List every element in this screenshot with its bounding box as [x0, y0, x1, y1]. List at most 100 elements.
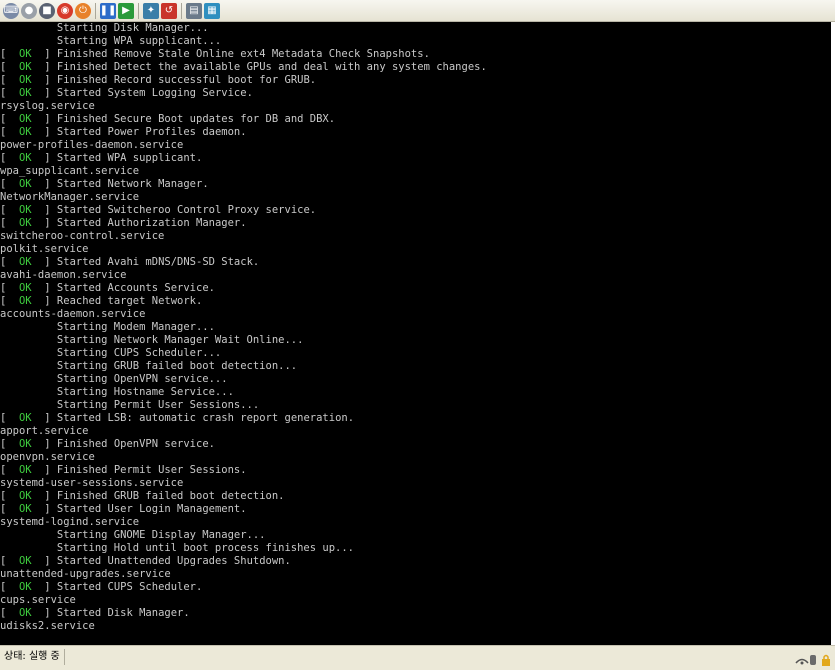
console-line: [ OK ] Reached target Network. [0, 295, 203, 307]
console-line: [ OK ] Started Power Profiles daemon. [0, 126, 247, 138]
console-line-text: Starting Hostname Service... [0, 386, 234, 398]
console-line-text: systemd-logind.service [0, 516, 140, 528]
lock-icon[interactable] [821, 651, 831, 666]
console-line: Starting GNOME Display Manager... [0, 529, 831, 542]
stop-icon[interactable]: ■ [39, 2, 55, 19]
unity-icon[interactable]: ▦ [204, 2, 220, 19]
play-icon[interactable]: ▶ [118, 2, 134, 19]
console-line-text: Started CUPS Scheduler. [56, 581, 203, 593]
console-line: Starting GRUB failed boot detection... [0, 360, 831, 373]
ok-status: OK [18, 256, 32, 268]
console-line-text: Started Accounts Service. [56, 282, 215, 294]
ok-status: OK [18, 61, 32, 73]
console-line-text: Started Authorization Manager. [56, 217, 247, 229]
console-line-text: Started LSB: automatic crash report gene… [56, 412, 355, 424]
console-line: Starting Modem Manager... [0, 321, 831, 334]
console-line: NetworkManager.service [0, 191, 831, 204]
console-line-text: Finished GRUB failed boot detection. [56, 490, 285, 502]
console-line: [ OK ] Started User Login Management. [0, 503, 247, 515]
console-line-text: Finished OpenVPN service. [56, 438, 215, 450]
console-line: [ OK ] Started Disk Manager. [0, 607, 190, 619]
status-text: 상태: 실행 중 [0, 648, 65, 665]
console-line: [ OK ] Finished Record successful boot f… [0, 74, 317, 86]
console-line: Starting Permit User Sessions... [0, 399, 831, 412]
console-line: [ OK ] Finished Detect the available GPU… [0, 61, 487, 73]
console-line-text: NetworkManager.service [0, 191, 140, 203]
console-line-text: Starting Network Manager Wait Online... [0, 334, 304, 346]
console-line: systemd-user-sessions.service [0, 477, 831, 490]
console-line: rsyslog.service [0, 100, 831, 113]
usb-icon[interactable] [808, 651, 818, 665]
snapshot-manager-icon[interactable]: ▤ [186, 2, 202, 19]
console-line-text: Starting Hold until boot process finishe… [0, 542, 355, 554]
revert-icon[interactable]: ↺ [161, 2, 177, 19]
console-line-text: openvpn.service [0, 451, 95, 463]
console-line-text: accounts-daemon.service [0, 308, 146, 320]
ok-status: OK [18, 282, 32, 294]
console-line: Starting OpenVPN service... [0, 373, 831, 386]
console-line-text: switcheroo-control.service [0, 230, 165, 242]
console-line-text: avahi-daemon.service [0, 269, 127, 281]
console-line: [ OK ] Started Unattended Upgrades Shutd… [0, 555, 291, 567]
ok-status: OK [18, 412, 32, 424]
reset-icon[interactable]: ◉ [57, 2, 73, 19]
ok-status: OK [18, 48, 32, 60]
console-line-text: cups.service [0, 594, 76, 606]
console-line: Starting Hostname Service... [0, 386, 831, 399]
console-line: [ OK ] Started CUPS Scheduler. [0, 581, 203, 593]
network-icon[interactable] [795, 651, 809, 664]
console-line-text: apport.service [0, 425, 89, 437]
console-line: [ OK ] Finished OpenVPN service. [0, 438, 215, 450]
ok-status: OK [18, 438, 32, 450]
console-line-text: polkit.service [0, 243, 89, 255]
console-line-text: Reached target Network. [56, 295, 203, 307]
console-line: Starting Hold until boot process finishe… [0, 542, 831, 555]
console-line-text: Started Unattended Upgrades Shutdown. [56, 555, 291, 567]
toolbar-separator [181, 2, 182, 19]
console-line: [ OK ] Started Network Manager. [0, 178, 209, 190]
power-icon[interactable]: ● [21, 2, 37, 19]
console-line: [ OK ] Finished GRUB failed boot detecti… [0, 490, 285, 502]
console-line-text: Starting Modem Manager... [0, 321, 215, 333]
console-line-text: systemd-user-sessions.service [0, 477, 184, 489]
ok-status: OK [18, 126, 32, 138]
console-line: wpa_supplicant.service [0, 165, 831, 178]
console-line-text: Finished Remove Stale Online ext4 Metada… [56, 48, 430, 60]
console-line-text: Started System Logging Service. [56, 87, 253, 99]
console-line-text: Starting GNOME Display Manager... [0, 529, 266, 541]
vm-console[interactable]: Starting Disk Manager... Starting WPA su… [0, 22, 831, 645]
console-line: polkit.service [0, 243, 831, 256]
console-line-text: Started Power Profiles daemon. [56, 126, 247, 138]
shutdown-icon[interactable]: ⏻ [75, 2, 91, 19]
console-line-text: Starting WPA supplicant... [0, 35, 222, 47]
snapshot-icon[interactable]: ✦ [143, 2, 159, 19]
vm-toolbar: ⌨ ● ■ ◉ ⏻ ❚❚ ▶ ✦ ↺ ▤ ▦ [0, 0, 835, 22]
ok-status: OK [18, 178, 32, 190]
toolbar-separator [95, 2, 96, 19]
console-line-text: Starting GRUB failed boot detection... [0, 360, 298, 372]
console-line-text: unattended-upgrades.service [0, 568, 171, 580]
console-line-text: Finished Permit User Sessions. [56, 464, 247, 476]
console-line: Starting Network Manager Wait Online... [0, 334, 831, 347]
console-line: [ OK ] Started System Logging Service. [0, 87, 253, 99]
console-line-text: Started Disk Manager. [56, 607, 190, 619]
ok-status: OK [18, 607, 32, 619]
console-line: Starting WPA supplicant... [0, 35, 831, 48]
keyboard-icon[interactable]: ⌨ [3, 2, 19, 19]
status-icons [792, 651, 835, 666]
console-line-text: rsyslog.service [0, 100, 95, 112]
console-line: [ OK ] Started LSB: automatic crash repo… [0, 412, 355, 424]
console-line-text: udisks2.service [0, 620, 95, 632]
console-line-text: wpa_supplicant.service [0, 165, 140, 177]
console-line: [ OK ] Finished Secure Boot updates for … [0, 113, 336, 125]
console-line: accounts-daemon.service [0, 308, 831, 321]
ok-status: OK [18, 152, 32, 164]
console-line-text: Started Avahi mDNS/DNS-SD Stack. [56, 256, 260, 268]
console-line: [ OK ] Started Switcheroo Control Proxy … [0, 204, 317, 216]
console-line-text: Finished Detect the available GPUs and d… [56, 61, 487, 73]
console-edge [831, 22, 835, 645]
ok-status: OK [18, 204, 32, 216]
ok-status: OK [18, 87, 32, 99]
ok-status: OK [18, 503, 32, 515]
pause-icon[interactable]: ❚❚ [100, 2, 116, 19]
